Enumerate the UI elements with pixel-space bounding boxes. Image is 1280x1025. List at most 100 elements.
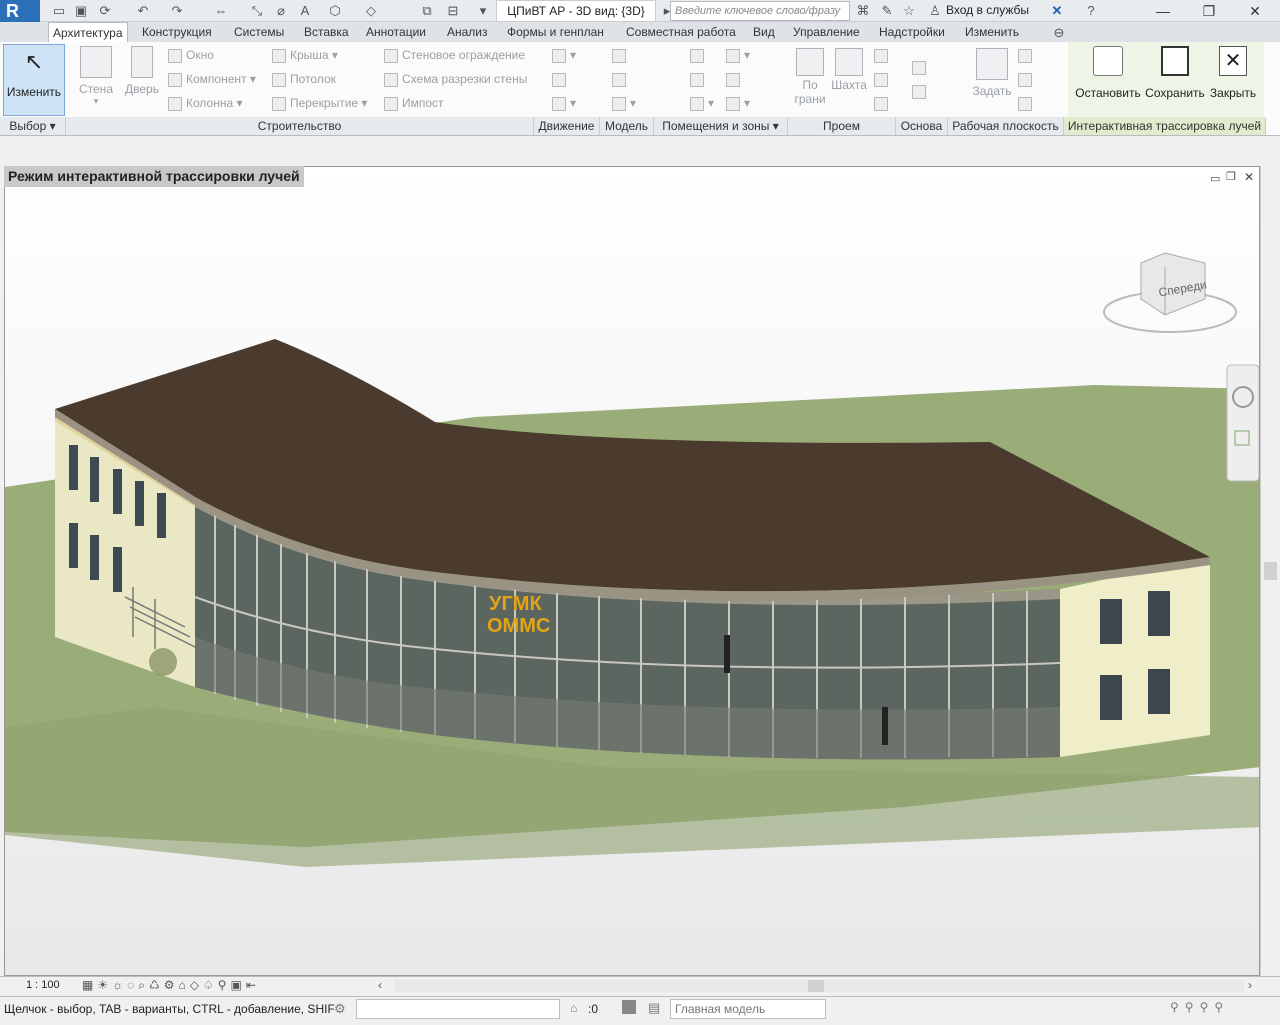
status-tool-icons[interactable]: ⚲⚲⚲⚲ (1170, 1000, 1229, 1014)
redo-icon[interactable]: ↷ (168, 2, 186, 20)
modify-button[interactable]: ↖ Изменить (3, 44, 65, 116)
column-button[interactable]: Колонна ▾ (168, 96, 243, 111)
tab-manage[interactable]: Управление (789, 22, 864, 42)
vertical-scrollbar[interactable] (1260, 166, 1280, 976)
model-text-button[interactable] (612, 48, 630, 63)
search-input[interactable]: Введите ключевое слово/фразу (670, 1, 850, 21)
design-options-icon[interactable]: ▤ (648, 1000, 660, 1016)
minimize-button[interactable]: — (1140, 0, 1186, 22)
sync-icon[interactable]: ⟳ (96, 2, 114, 20)
tab-analyze[interactable]: Анализ (443, 22, 492, 42)
tab-systems[interactable]: Системы (230, 22, 288, 42)
scroll-right-icon[interactable]: › (1248, 978, 1252, 992)
scroll-left-icon[interactable]: ‹ (378, 978, 382, 992)
open-icon[interactable]: ▭ (50, 2, 68, 20)
tab-addins[interactable]: Надстройки (875, 22, 949, 42)
floor-button[interactable]: Перекрытие ▾ (272, 96, 367, 111)
tag-icon[interactable]: ⌀ (272, 2, 290, 20)
set-workplane-button[interactable]: Задать (970, 48, 1014, 98)
curtain-grid-button[interactable]: Схема разрезки стены (384, 72, 527, 87)
filter-icon[interactable]: ⌂ (570, 1001, 577, 1015)
3d-viewport[interactable]: УГМК ОММС Спереди (4, 166, 1260, 976)
door-button[interactable]: Дверь (124, 46, 160, 116)
ceiling-label: Потолок (290, 72, 336, 86)
exchange-icon[interactable]: ✕ (1048, 2, 1066, 20)
model-line-button[interactable] (612, 72, 630, 87)
scroll-thumb[interactable] (1264, 562, 1277, 580)
dormer-button[interactable] (874, 96, 892, 111)
horizontal-scrollbar[interactable] (394, 980, 1244, 992)
scale-label[interactable]: 1 : 100 (26, 979, 60, 991)
room-button[interactable] (690, 48, 708, 63)
view-control-icons[interactable]: ▦☀☼◌⌕♺⚙⌂◇♤⚲▣⇤ (82, 978, 260, 993)
view-close-icon[interactable]: ✕ (1244, 170, 1254, 184)
show-workplane-button[interactable] (1018, 48, 1036, 63)
app-menu-button[interactable]: R (0, 0, 40, 22)
save-render-button[interactable]: Сохранить (1144, 46, 1206, 100)
tab-collaborate[interactable]: Совместная работа (622, 22, 740, 42)
by-face-button[interactable]: По грани (792, 48, 828, 106)
model-group-button[interactable]: ▾ (612, 96, 636, 111)
help-icon[interactable]: ? (1082, 2, 1100, 20)
sign-in-link[interactable]: Вход в службы (946, 3, 1029, 17)
tab-modify[interactable]: Изменить (961, 22, 1023, 42)
editable-only-icon[interactable] (622, 1000, 636, 1014)
measure-icon[interactable]: ⇔ (212, 2, 230, 20)
sign-line-2: ОММС (487, 615, 550, 637)
view-restore-icon[interactable]: ❐ (1226, 170, 1236, 183)
h-scroll-thumb[interactable] (808, 980, 824, 992)
room-separator-button[interactable] (690, 72, 708, 87)
workset-select[interactable] (356, 999, 560, 1019)
wall-opening-button[interactable] (874, 48, 892, 63)
component-button[interactable]: Компонент ▾ (168, 72, 256, 87)
railing-button[interactable]: ▾ (552, 48, 576, 63)
area-button[interactable]: ▾ (726, 48, 750, 63)
dimension-icon[interactable]: ⤡ (248, 2, 266, 20)
tab-massing-site[interactable]: Формы и генплан (503, 22, 608, 42)
tab-annotate[interactable]: Аннотации (362, 22, 430, 42)
text-icon[interactable]: A (296, 2, 314, 20)
favorites-icon[interactable]: ☆ (900, 2, 918, 20)
wall-button[interactable]: Стена ▾ (78, 46, 114, 116)
close-hidden-icon[interactable]: ⧉ (418, 2, 436, 20)
ref-plane-button[interactable] (1018, 72, 1036, 87)
stair-button[interactable]: ▾ (552, 96, 576, 111)
tab-view[interactable]: Вид (749, 22, 779, 42)
grid-button[interactable] (912, 84, 930, 99)
level-button[interactable] (912, 60, 930, 75)
window-button[interactable]: Окно (168, 48, 214, 63)
design-option-select[interactable]: Главная модель (670, 999, 826, 1019)
section-icon[interactable]: ◇ (362, 2, 380, 20)
tab-architecture[interactable]: Архитектура (48, 22, 128, 42)
binoculars-icon[interactable]: ⌘ (854, 2, 872, 20)
ribbon-minimize-icon[interactable]: ⊖ (1050, 24, 1068, 42)
shaft-button[interactable]: Шахта (830, 48, 868, 92)
ceiling-button[interactable]: Потолок (272, 72, 336, 87)
3d-view-icon[interactable]: ⬡ (326, 2, 344, 20)
worksharing-icon[interactable]: ⚙ (334, 1001, 346, 1017)
group-rooms[interactable]: Помещения и зоны ▾ (654, 117, 788, 135)
user-icon[interactable]: ♙ (926, 2, 944, 20)
switch-windows-icon[interactable]: ⊟ (444, 2, 462, 20)
restore-button[interactable]: ❐ (1186, 0, 1232, 22)
tab-insert[interactable]: Вставка (300, 22, 353, 42)
save-icon[interactable]: ▣ (72, 2, 90, 20)
tab-structure[interactable]: Конструкция (138, 22, 216, 42)
subscription-icon[interactable]: ✎ (878, 2, 896, 20)
area-boundary-button[interactable] (726, 72, 744, 87)
close-render-button[interactable]: ✕ Закрыть (1206, 46, 1260, 100)
mullion-button[interactable]: Импост (384, 96, 444, 111)
view-minimize-icon[interactable]: ▭ (1210, 172, 1220, 185)
area-tag-button[interactable]: ▾ (726, 96, 750, 111)
viewer-button[interactable] (1018, 96, 1036, 111)
close-window-button[interactable]: ✕ (1232, 0, 1278, 22)
curtain-system-button[interactable]: Стеновое ограждение (384, 48, 525, 63)
ramp-button[interactable] (552, 72, 570, 87)
undo-icon[interactable]: ↶ (134, 2, 152, 20)
customize-icon[interactable]: ▾ (474, 2, 492, 20)
stop-button[interactable]: Остановить (1072, 46, 1144, 100)
vertical-opening-button[interactable] (874, 72, 892, 87)
room-tag-button[interactable]: ▾ (690, 96, 714, 111)
group-select[interactable]: Выбор ▾ (0, 117, 66, 135)
roof-button[interactable]: Крыша ▾ (272, 48, 338, 63)
